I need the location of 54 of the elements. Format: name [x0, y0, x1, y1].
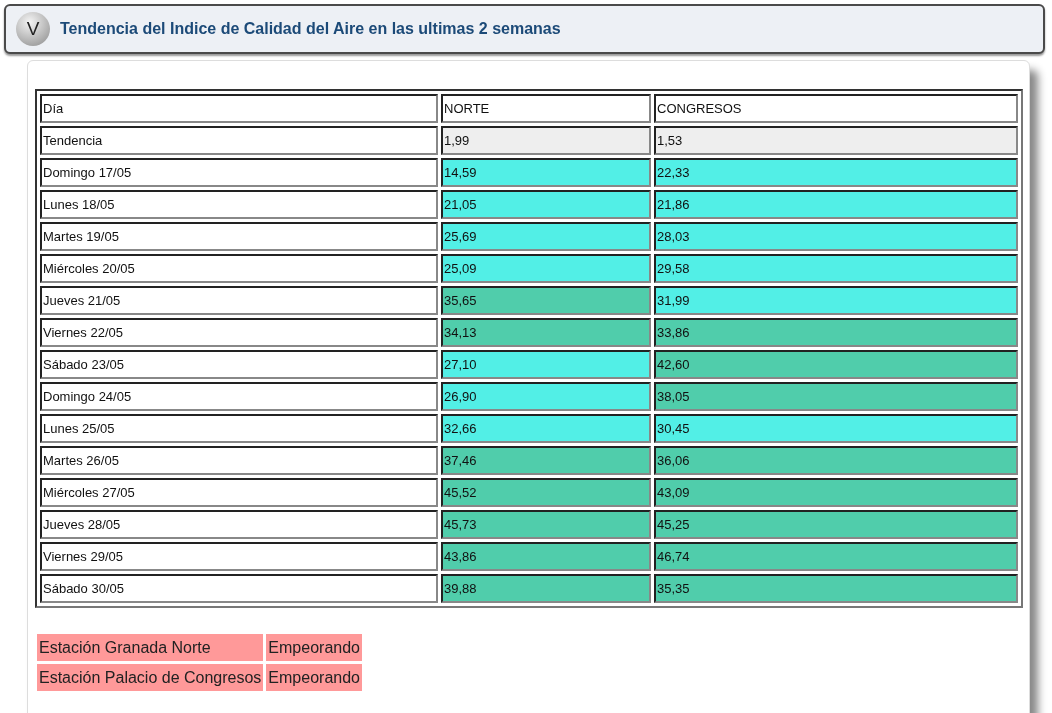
day-cell: Lunes 25/05 [40, 414, 438, 443]
value-cell: 29,58 [654, 254, 1018, 283]
value-cell: 38,05 [654, 382, 1018, 411]
day-cell: Domingo 17/05 [40, 158, 438, 187]
value-cell: 35,35 [654, 574, 1018, 603]
day-cell: Lunes 18/05 [40, 190, 438, 219]
day-cell: Martes 19/05 [40, 222, 438, 251]
column-header: Día [40, 94, 438, 123]
value-cell: 42,60 [654, 350, 1018, 379]
day-cell: Martes 26/05 [40, 446, 438, 475]
day-cell: Sábado 30/05 [40, 574, 438, 603]
value-cell: 45,25 [654, 510, 1018, 539]
value-cell: 30,45 [654, 414, 1018, 443]
day-cell: Viernes 29/05 [40, 542, 438, 571]
day-cell: Miércoles 20/05 [40, 254, 438, 283]
station-name: Estación Palacio de Congresos [37, 664, 264, 691]
value-cell: 45,73 [441, 510, 651, 539]
trend-label: Empeorando [266, 664, 362, 691]
value-cell: 25,69 [441, 222, 651, 251]
station-name: Estación Granada Norte [37, 634, 264, 661]
value-cell: 43,09 [654, 478, 1018, 507]
value-cell: 21,86 [654, 190, 1018, 219]
section-title: Tendencia del Indice de Calidad del Aire en las ultimas 2 semanas [60, 20, 561, 38]
day-cell: Sábado 23/05 [40, 350, 438, 379]
value-cell: 37,46 [441, 446, 651, 475]
value-cell: 21,05 [441, 190, 651, 219]
value-cell: 33,86 [654, 318, 1018, 347]
value-cell: 34,13 [441, 318, 651, 347]
value-cell: 35,65 [441, 286, 651, 315]
day-cell: Viernes 22/05 [40, 318, 438, 347]
column-header: CONGRESOS [654, 94, 1018, 123]
day-cell: Miércoles 27/05 [40, 478, 438, 507]
value-cell: 26,90 [441, 382, 651, 411]
trend-label: Empeorando [266, 634, 362, 661]
value-cell: 14,59 [441, 158, 651, 187]
day-cell: Tendencia [40, 126, 438, 155]
value-cell: 27,10 [441, 350, 651, 379]
value-cell: 39,88 [441, 574, 651, 603]
column-header: NORTE [441, 94, 651, 123]
day-cell: Jueves 21/05 [40, 286, 438, 315]
day-cell: Jueves 28/05 [40, 510, 438, 539]
day-cell: Domingo 24/05 [40, 382, 438, 411]
value-cell: 46,74 [654, 542, 1018, 571]
value-cell: 43,86 [441, 542, 651, 571]
value-cell: 25,09 [441, 254, 651, 283]
value-cell: 36,06 [654, 446, 1018, 475]
value-cell: 28,03 [654, 222, 1018, 251]
collapse-button[interactable]: V [16, 12, 50, 46]
value-cell: 1,53 [654, 126, 1018, 155]
value-cell: 31,99 [654, 286, 1018, 315]
value-cell: 45,52 [441, 478, 651, 507]
value-cell: 32,66 [441, 414, 651, 443]
value-cell: 22,33 [654, 158, 1018, 187]
value-cell: 1,99 [441, 126, 651, 155]
